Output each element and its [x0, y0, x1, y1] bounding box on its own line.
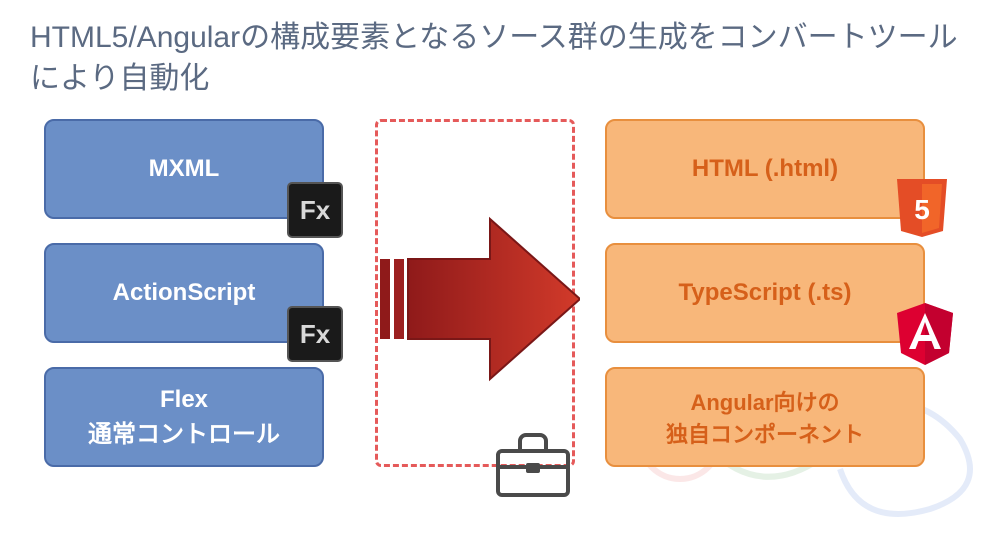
box-label-line2: 独自コンポーネント	[666, 417, 864, 449]
source-column: MXML Fx ActionScript Fx Flex 通常コントロール	[44, 119, 344, 467]
angular-component-box: Angular向けの 独自コンポーネント	[605, 367, 925, 467]
angular-icon	[894, 301, 956, 367]
mxml-box: MXML Fx	[44, 119, 324, 219]
convert-arrow-icon	[380, 189, 580, 409]
conversion-diagram: MXML Fx ActionScript Fx Flex 通常コントロール	[0, 109, 1000, 519]
box-label-line1: Angular向けの	[690, 385, 839, 417]
actionscript-box: ActionScript Fx	[44, 243, 324, 343]
box-label-line1: Flex	[160, 386, 208, 414]
box-label: MXML	[149, 155, 220, 183]
toolbox-icon	[490, 421, 576, 499]
html-box: HTML (.html) 5	[605, 119, 925, 219]
box-label: HTML (.html)	[692, 155, 838, 183]
page-title: HTML5/Angularの構成要素となるソース群の生成をコンバートツールにより…	[0, 0, 1000, 109]
target-column: HTML (.html) 5 TypeScript (.ts) Angular向…	[605, 119, 935, 467]
flex-fx-icon: Fx	[286, 305, 344, 363]
box-label-line2: 通常コントロール	[88, 414, 280, 449]
box-label: ActionScript	[113, 279, 256, 307]
flex-control-box: Flex 通常コントロール	[44, 367, 324, 467]
flex-fx-icon: Fx	[286, 181, 344, 239]
html5-icon: 5	[893, 175, 951, 241]
svg-text:Fx: Fx	[300, 195, 331, 225]
svg-text:5: 5	[914, 194, 930, 225]
svg-text:Fx: Fx	[300, 319, 331, 349]
box-label: TypeScript (.ts)	[679, 279, 852, 307]
typescript-box: TypeScript (.ts)	[605, 243, 925, 343]
